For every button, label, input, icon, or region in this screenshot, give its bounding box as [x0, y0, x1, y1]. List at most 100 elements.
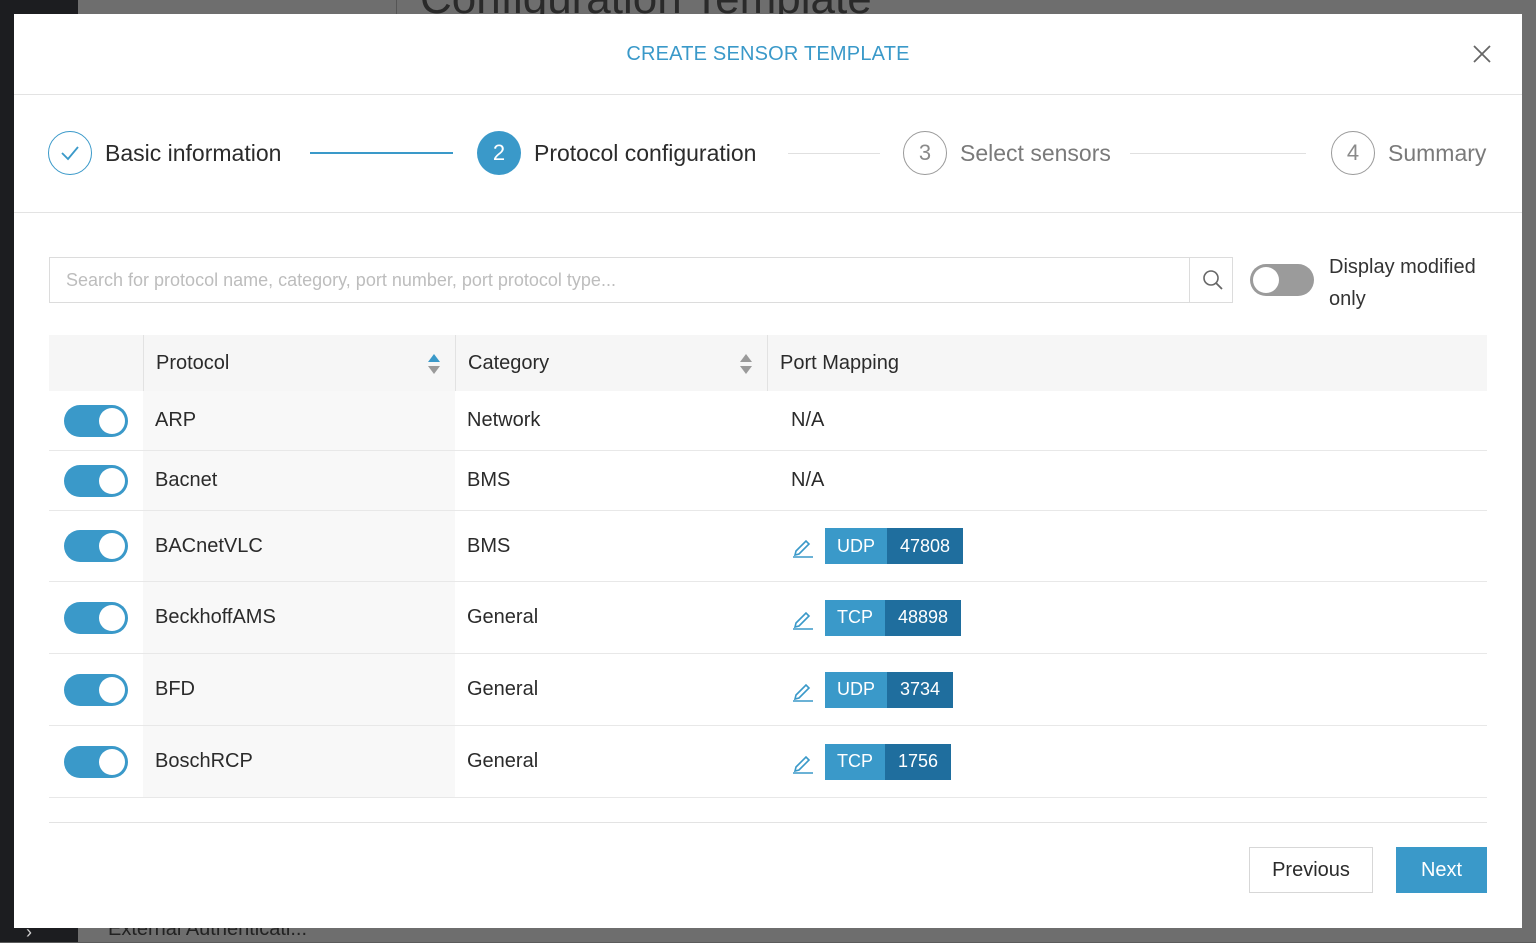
step-basic-information[interactable]: Basic information	[48, 131, 281, 175]
header-protocol[interactable]: Protocol	[143, 335, 455, 391]
toggle-knob	[99, 407, 125, 434]
header-category-label: Category	[468, 351, 550, 374]
table-row: BFD General UDP 3734	[49, 654, 1487, 726]
protocol-category: General	[467, 750, 539, 772]
close-icon	[1473, 45, 1491, 63]
protocol-name: BeckhoffAMS	[143, 582, 455, 653]
row-toggle-cell	[49, 654, 143, 725]
step-protocol-configuration[interactable]: 2 Protocol configuration	[477, 131, 756, 175]
footer-divider	[49, 822, 1487, 823]
modal-header: CREATE SENSOR TEMPLATE	[14, 14, 1522, 95]
protocol-category: BMS	[467, 469, 511, 491]
close-button[interactable]	[1468, 40, 1496, 68]
step-3-circle: 3	[903, 131, 947, 175]
port-mapping-cell: UDP 3734	[767, 654, 1487, 725]
protocol-enable-toggle[interactable]	[64, 601, 128, 634]
row-toggle-cell	[49, 451, 143, 510]
toggle-knob	[99, 676, 125, 703]
port-type: UDP	[825, 528, 888, 564]
toggle-knob	[99, 748, 125, 775]
header-category[interactable]: Category	[455, 335, 767, 391]
search-button[interactable]	[1189, 258, 1235, 302]
toggle-knob	[99, 533, 125, 559]
protocol-enable-toggle[interactable]	[64, 530, 128, 562]
step-2-label: Protocol configuration	[534, 139, 757, 166]
port-number: 48898	[885, 599, 962, 636]
step-select-sensors[interactable]: 3 Select sensors	[903, 131, 1111, 175]
protocol-name: ARP	[143, 391, 455, 450]
table-row: BeckhoffAMS General TCP 48898	[49, 582, 1487, 654]
row-toggle-cell	[49, 511, 143, 581]
protocol-name: BFD	[143, 654, 455, 725]
protocol-enable-toggle[interactable]	[64, 404, 128, 437]
toggle-knob	[99, 467, 125, 494]
modal-content: Display modified only Protocol Category	[49, 256, 1487, 798]
header-port-mapping-label: Port Mapping	[780, 351, 899, 374]
port-badge: UDP 3734	[825, 671, 954, 708]
protocol-enable-toggle[interactable]	[64, 673, 128, 706]
toggle-knob	[99, 604, 125, 631]
toggle-knob	[1253, 267, 1279, 293]
display-modified-toggle[interactable]	[1250, 264, 1314, 296]
port-mapping-na: N/A	[791, 469, 825, 491]
step-connector-3	[1130, 153, 1306, 154]
checkmark-icon	[61, 146, 79, 161]
edit-port-icon[interactable]	[791, 750, 815, 774]
protocol-name: BACnetVLC	[143, 511, 455, 581]
background-divider	[396, 0, 397, 14]
port-type: TCP	[825, 599, 885, 636]
port-badge: TCP 1756	[825, 743, 952, 780]
next-button[interactable]: Next	[1396, 847, 1487, 893]
edit-port-icon[interactable]	[791, 606, 815, 630]
modal-title: CREATE SENSOR TEMPLATE	[626, 42, 910, 65]
display-modified-label: Display modified only	[1329, 256, 1476, 310]
step-connector-2	[788, 153, 880, 154]
step-summary[interactable]: 4 Summary	[1331, 131, 1486, 175]
port-mapping-cell: TCP 48898	[767, 582, 1487, 653]
protocol-category: General	[467, 678, 539, 700]
port-type: UDP	[825, 671, 888, 708]
search-input[interactable]	[50, 258, 1202, 302]
protocol-name: Bacnet	[143, 451, 455, 510]
search-icon	[1202, 270, 1223, 290]
port-mapping-cell: N/A	[767, 391, 1487, 450]
protocol-enable-toggle[interactable]	[64, 745, 128, 778]
header-toggle-column	[49, 335, 143, 391]
protocol-name: BoschRCP	[143, 726, 455, 797]
row-toggle-cell	[49, 726, 143, 797]
port-badge: UDP 47808	[825, 528, 964, 564]
port-mapping-na: N/A	[791, 409, 825, 431]
port-mapping-cell: UDP 47808	[767, 511, 1487, 581]
protocol-category: Network	[467, 409, 541, 431]
edit-port-icon[interactable]	[791, 534, 815, 558]
port-number: 3734	[887, 671, 954, 708]
table-row: Bacnet BMS N/A	[49, 451, 1487, 511]
protocol-table: Protocol Category Port Mapping ARP Netwo…	[49, 335, 1487, 798]
search-row: Display modified only	[49, 256, 1487, 310]
table-row: BACnetVLC BMS UDP 47808	[49, 511, 1487, 582]
step-1-circle	[48, 131, 92, 175]
port-type: TCP	[825, 743, 885, 780]
port-mapping-cell: TCP 1756	[767, 726, 1487, 797]
sort-icon	[740, 354, 752, 374]
protocol-category: General	[467, 606, 539, 628]
port-number: 1756	[885, 743, 952, 780]
table-row: BoschRCP General TCP 1756	[49, 726, 1487, 798]
header-protocol-label: Protocol	[156, 351, 230, 374]
protocol-category: BMS	[467, 534, 511, 557]
previous-button[interactable]: Previous	[1249, 847, 1373, 893]
table-header: Protocol Category Port Mapping	[49, 335, 1487, 391]
protocol-enable-toggle[interactable]	[64, 464, 128, 497]
port-number: 47808	[887, 528, 964, 564]
step-4-circle: 4	[1331, 131, 1375, 175]
step-2-circle: 2	[477, 131, 521, 175]
row-toggle-cell	[49, 391, 143, 450]
port-mapping-cell: N/A	[767, 451, 1487, 510]
header-port-mapping: Port Mapping	[767, 335, 1487, 391]
table-row: ARP Network N/A	[49, 391, 1487, 451]
step-3-label: Select sensors	[960, 139, 1111, 166]
edit-port-icon[interactable]	[791, 678, 815, 702]
stepper: Basic information 2 Protocol configurati…	[14, 95, 1522, 213]
step-connector-1	[310, 152, 453, 154]
step-4-label: Summary	[1388, 139, 1487, 166]
